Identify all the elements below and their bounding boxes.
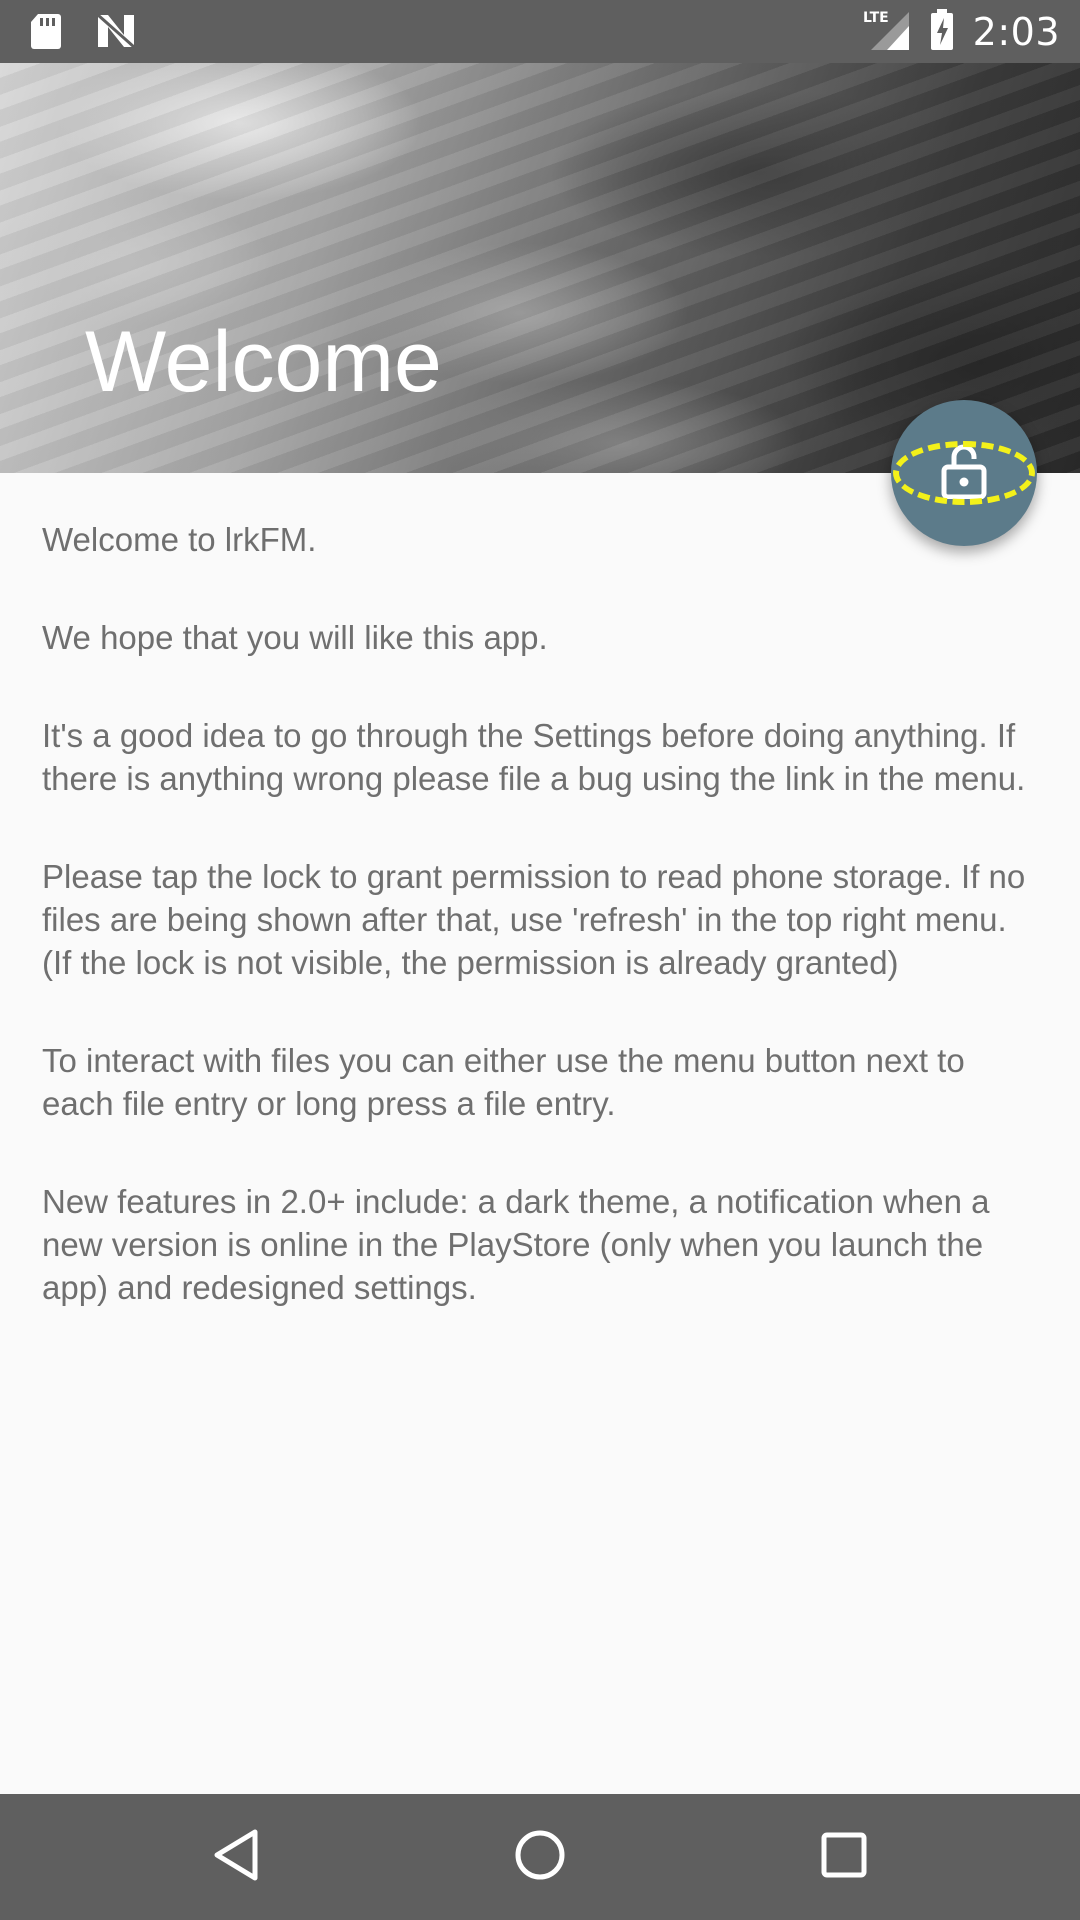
battery-charging-icon: [929, 8, 955, 56]
svg-text:LTE: LTE: [863, 10, 889, 26]
paragraph: New features in 2.0+ include: a dark the…: [42, 1183, 990, 1306]
page-title: Welcome: [85, 314, 442, 410]
home-button[interactable]: [507, 1824, 573, 1890]
welcome-content: Welcome to lrkFM. We hope that you will …: [42, 518, 1042, 1364]
header-banner: Welcome: [0, 63, 1080, 473]
sd-card-icon: [30, 12, 62, 55]
back-icon: [211, 1828, 261, 1887]
navigation-bar: [0, 1794, 1080, 1920]
paragraph: Please tap the lock to grant permission …: [42, 858, 1026, 981]
paragraph: To interact with files you can either us…: [42, 1042, 965, 1122]
recents-button[interactable]: [811, 1824, 877, 1890]
status-bar: LTE 2:03: [0, 0, 1080, 63]
paragraph: It's a good idea to go through the Setti…: [42, 717, 1026, 797]
paragraph: Welcome to lrkFM.: [42, 521, 317, 558]
status-time: 2:03: [972, 10, 1060, 54]
grant-permission-button[interactable]: [891, 400, 1037, 546]
lock-open-icon: [941, 443, 987, 504]
recents-icon: [820, 1831, 868, 1884]
lte-signal-icon: LTE: [861, 8, 911, 57]
back-button[interactable]: [203, 1824, 269, 1890]
paragraph: We hope that you will like this app.: [42, 619, 548, 656]
n-icon: [96, 13, 136, 54]
home-icon: [513, 1828, 567, 1887]
